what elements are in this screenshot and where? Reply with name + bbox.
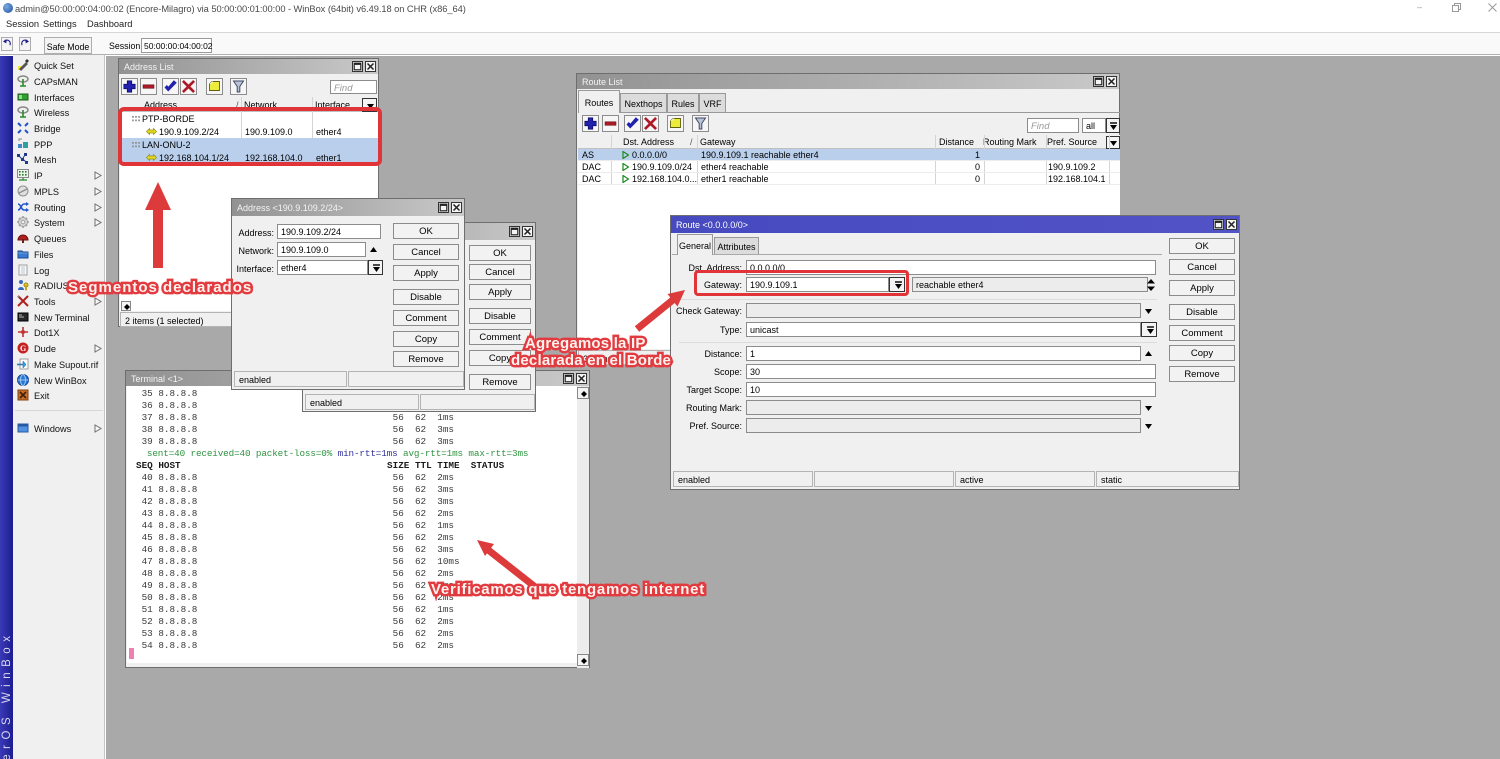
svg-text:G: G	[20, 344, 26, 353]
